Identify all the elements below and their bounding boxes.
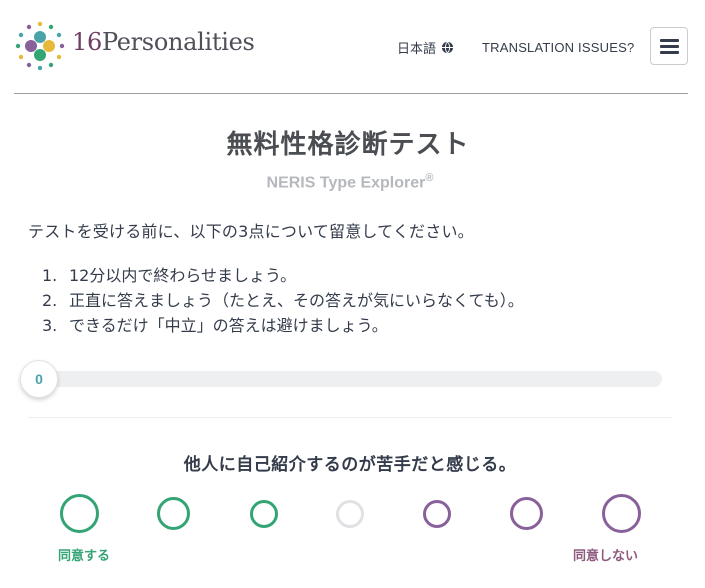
globe-icon <box>441 41 454 54</box>
question-text: 他人に自己紹介するのが苦手だと感じる。 <box>183 455 517 475</box>
rule-text: 12分以内で終わらせましょう。 <box>69 266 297 285</box>
rule-text: できるだけ「中立」の答えは避けましょう。 <box>69 316 388 335</box>
option-agree-strong[interactable] <box>60 494 99 533</box>
option-neutral[interactable] <box>336 500 364 528</box>
intro-text: テストを受ける前に、以下の3点について留意してください。 <box>28 222 474 241</box>
rule-item: 1. 12分以内で終わらせましょう。 <box>42 263 524 288</box>
registered-mark: ® <box>425 172 434 184</box>
rule-item: 3. できるだけ「中立」の答えは避けましょう。 <box>42 313 524 338</box>
rules-list: 1. 12分以内で終わらせましょう。 2. 正直に答えましょう（たとえ、その答えが気… <box>42 263 524 338</box>
agree-label: 同意する <box>58 549 111 564</box>
rule-number: 3. <box>42 316 58 335</box>
option-agree-slight[interactable] <box>250 500 278 528</box>
option-disagree-moderate[interactable] <box>510 497 543 530</box>
translation-issues-link[interactable]: TRANSLATION ISSUES? <box>482 40 634 55</box>
page-subtitle: NERIS Type Explorer® <box>0 172 700 192</box>
rule-item: 2. 正直に答えましょう（たとえ、その答えが気にいらなくても）。 <box>42 288 524 313</box>
hamburger-menu-icon <box>660 51 679 54</box>
subtitle-text: NERIS Type Explorer <box>266 174 426 192</box>
header: 16Personalities 日本語 TRANSLATION ISSUES? <box>0 0 705 94</box>
rule-number: 2. <box>42 291 58 310</box>
hamburger-menu-icon <box>660 45 679 48</box>
option-disagree-strong[interactable] <box>602 494 641 533</box>
language-label: 日本語 <box>397 42 437 57</box>
logo-wordmark[interactable]: 16Personalities <box>72 28 255 56</box>
progress-indicator: 0 <box>20 360 58 398</box>
section-divider <box>28 417 672 418</box>
logo-icon[interactable] <box>14 20 66 72</box>
option-disagree-slight[interactable] <box>423 500 451 528</box>
disagree-label: 同意しない <box>573 549 639 564</box>
logo-word: Personalities <box>101 28 255 56</box>
rule-number: 1. <box>42 266 58 285</box>
header-divider <box>14 93 688 94</box>
option-agree-moderate[interactable] <box>157 497 190 530</box>
page-title: 無料性格診断テスト <box>226 130 470 160</box>
rule-text: 正直に答えましょう（たとえ、その答えが気にいらなくても）。 <box>69 291 524 310</box>
menu-button[interactable] <box>650 27 688 65</box>
language-selector[interactable]: 日本語 <box>397 38 454 57</box>
progress-bar <box>28 371 662 387</box>
hamburger-menu-icon <box>660 39 679 42</box>
logo-number: 16 <box>72 28 102 56</box>
